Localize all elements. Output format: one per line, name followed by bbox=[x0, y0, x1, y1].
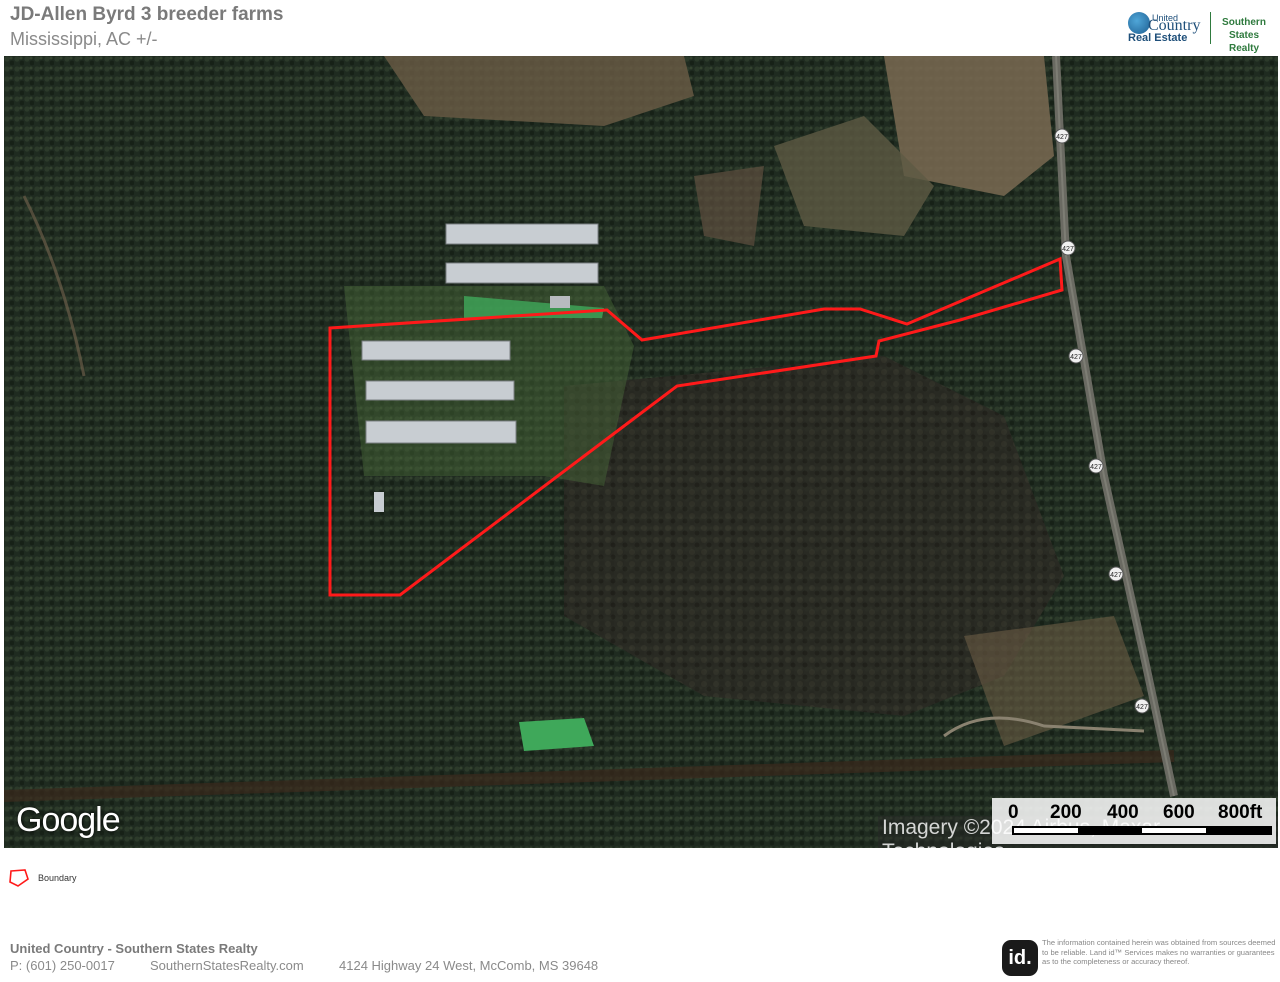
route-shield-label: 427 bbox=[1062, 246, 1074, 253]
footer-website[interactable]: SouthernStatesRealty.com bbox=[150, 958, 304, 973]
map-title: JD-Allen Byrd 3 breeder farms bbox=[10, 4, 284, 25]
brand-logo[interactable]: United Country Real Estate Southern Stat… bbox=[1128, 10, 1274, 54]
google-logo: Google bbox=[16, 801, 121, 839]
poultry-house-5 bbox=[365, 420, 517, 444]
route-shield: 427 bbox=[1060, 240, 1076, 256]
logo-real-estate-text: Real Estate bbox=[1128, 32, 1188, 44]
poultry-house-3 bbox=[361, 340, 511, 361]
logo-states-realty-text: States Realty bbox=[1228, 30, 1259, 54]
green-field bbox=[519, 718, 594, 751]
route-shield: 427 bbox=[1134, 698, 1150, 714]
farm-shed bbox=[550, 296, 570, 308]
footer-phone[interactable]: P: (601) 250-0017 bbox=[10, 958, 115, 973]
scale-tick-600: 600 bbox=[1163, 802, 1195, 823]
poultry-house-2 bbox=[445, 262, 599, 284]
route-shield-label: 427 bbox=[1090, 464, 1102, 471]
scale-bar-graphic bbox=[1012, 826, 1272, 835]
land-id-badge: id. bbox=[1002, 940, 1038, 976]
map-imagery: 427 427 427 427 427 427 bbox=[4, 56, 1278, 848]
scale-bar: 0 200 400 600 800ft bbox=[992, 798, 1276, 844]
logo-divider bbox=[1210, 12, 1211, 44]
scale-tick-0: 0 bbox=[1008, 802, 1019, 823]
small-building bbox=[374, 492, 384, 512]
legend-boundary-label: Boundary bbox=[38, 873, 77, 883]
southern-states-logo-text: Southern States Realty bbox=[1214, 16, 1274, 55]
disclaimer-text: The information contained herein was obt… bbox=[1042, 938, 1276, 966]
logo-southern-text: Southern bbox=[1222, 17, 1266, 28]
field-small bbox=[694, 166, 764, 246]
scale-tick-800: 800ft bbox=[1218, 802, 1263, 823]
footer-company: United Country - Southern States Realty bbox=[10, 941, 258, 956]
map-subtitle: Mississippi, AC +/- bbox=[10, 29, 158, 49]
poultry-house-1 bbox=[445, 223, 599, 245]
scale-segment bbox=[1014, 828, 1078, 833]
route-shield: 427 bbox=[1108, 566, 1124, 582]
globe-icon bbox=[1128, 12, 1150, 34]
route-shield-label: 427 bbox=[1056, 134, 1068, 141]
route-shield-label: 427 bbox=[1136, 704, 1148, 711]
united-country-logo: United Country Real Estate bbox=[1128, 10, 1208, 46]
scale-tick-200: 200 bbox=[1050, 802, 1082, 823]
scale-tick-400: 400 bbox=[1107, 802, 1139, 823]
boundary-legend-icon bbox=[9, 869, 29, 887]
route-shield: 427 bbox=[1068, 348, 1084, 364]
scale-segment bbox=[1142, 828, 1206, 833]
route-shield: 427 bbox=[1054, 128, 1070, 144]
route-shield: 427 bbox=[1088, 458, 1104, 474]
poultry-house-4 bbox=[365, 380, 515, 401]
footer-address: 4124 Highway 24 West, McComb, MS 39648 bbox=[339, 958, 599, 973]
route-shield-label: 427 bbox=[1110, 572, 1122, 579]
route-shield-label: 427 bbox=[1070, 354, 1082, 361]
satellite-map[interactable]: 427 427 427 427 427 427 Google Imagery ©… bbox=[4, 56, 1278, 848]
